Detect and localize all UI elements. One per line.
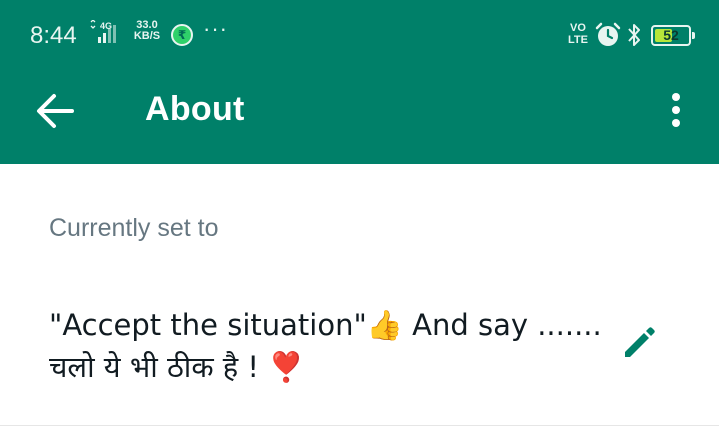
pencil-icon[interactable]: [620, 322, 660, 362]
divider: [0, 425, 719, 426]
volte-bottom: LTE: [568, 34, 588, 46]
payment-app-icon: ₹: [171, 24, 193, 46]
network-speed-unit: KB/S: [133, 30, 161, 42]
page-title: About: [145, 90, 245, 128]
currently-set-label: Currently set to: [49, 214, 219, 242]
app-header: 8:44 4G 33.0 KB/S ₹ ··· VO LTE 52 About: [0, 0, 719, 164]
signal-icon: 4G: [90, 20, 116, 43]
status-time: 8:44: [30, 22, 77, 49]
more-options-icon[interactable]: [660, 88, 692, 134]
volte-indicator: VO LTE: [566, 22, 590, 46]
battery-icon: 52: [651, 25, 695, 46]
about-status-text[interactable]: "Accept the situation"👍 And say ....... …: [49, 304, 602, 388]
bluetooth-icon: [628, 24, 640, 46]
alarm-icon: [595, 22, 621, 46]
more-notifications-icon: ···: [203, 16, 228, 41]
battery-percent: 52: [663, 27, 679, 43]
volte-top: VO: [570, 22, 586, 34]
back-arrow-icon[interactable]: [32, 88, 78, 134]
about-text-line-1: "Accept the situation"👍 And say .......: [49, 308, 602, 342]
network-speed: 33.0 KB/S: [132, 20, 162, 42]
about-text-line-2: चलो ये भी ठीक है ! ❣️: [49, 350, 305, 384]
status-bar: 8:44 4G 33.0 KB/S ₹ ··· VO LTE 52: [0, 0, 719, 70]
